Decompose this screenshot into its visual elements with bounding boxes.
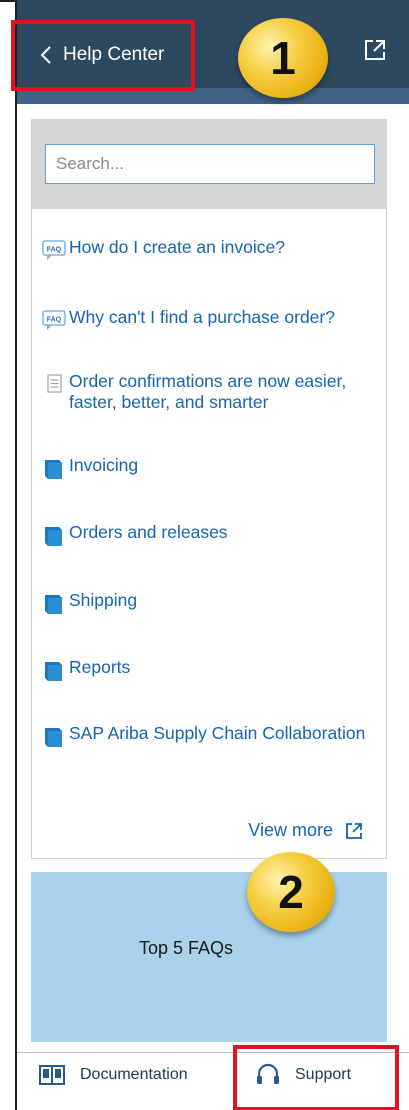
book-open-icon — [39, 1065, 65, 1085]
list-item-label: Orders and releases — [69, 522, 228, 542]
documentation-tab[interactable]: Documentation — [38, 1063, 188, 1087]
list-item[interactable]: Shipping — [41, 590, 369, 616]
highlight-box-help-center — [11, 20, 195, 91]
list-item-label: Invoicing — [69, 455, 139, 475]
list-item-label: Order confirmations are now easier, fast… — [69, 371, 347, 412]
list-item-label: Why can't I find a purchase order? — [69, 307, 335, 327]
list-item[interactable]: FAQ How do I create an invoice? — [41, 237, 369, 261]
external-link-icon — [346, 822, 362, 839]
search-zone — [32, 120, 386, 209]
highlight-box-support — [233, 1045, 399, 1110]
list-item-label: Reports — [69, 657, 131, 677]
list-item-label: SAP Ariba Supply Chain Collaboration — [69, 723, 366, 743]
book-icon — [45, 662, 62, 681]
svg-text:FAQ: FAQ — [47, 317, 62, 324]
faq-icon: FAQ — [42, 310, 66, 330]
list-item-label: Shipping — [69, 590, 138, 610]
book-icon — [45, 460, 62, 479]
view-more-link[interactable]: View more — [248, 820, 363, 841]
callout-badge-2: 2 — [247, 852, 335, 932]
documentation-label: Documentation — [80, 1066, 188, 1083]
list-item[interactable]: Orders and releases — [41, 522, 369, 548]
svg-text:FAQ: FAQ — [47, 247, 62, 254]
view-more-label: View more — [248, 820, 333, 840]
list-item[interactable]: Order confirmations are now easier, fast… — [41, 371, 369, 413]
list-item[interactable]: SAP Ariba Supply Chain Collaboration — [41, 723, 369, 749]
list-item-label: How do I create an invoice? — [69, 237, 285, 257]
search-input[interactable] — [45, 144, 375, 184]
list-item[interactable]: Invoicing — [41, 455, 369, 481]
book-icon — [45, 595, 62, 614]
left-border-line — [15, 0, 17, 1110]
list-item[interactable]: FAQ Why can't I find a purchase order? — [41, 307, 369, 331]
list-item[interactable]: Reports — [41, 657, 369, 683]
document-icon — [47, 374, 62, 393]
callout-badge-1: 1 — [238, 18, 328, 98]
help-content-card: FAQ How do I create an invoice? FAQ Why … — [31, 119, 387, 859]
book-icon — [45, 527, 62, 546]
faq-icon: FAQ — [42, 240, 66, 260]
book-icon — [45, 728, 62, 747]
external-link-icon[interactable] — [363, 38, 387, 62]
top-faqs-title: Top 5 FAQs — [139, 938, 234, 958]
